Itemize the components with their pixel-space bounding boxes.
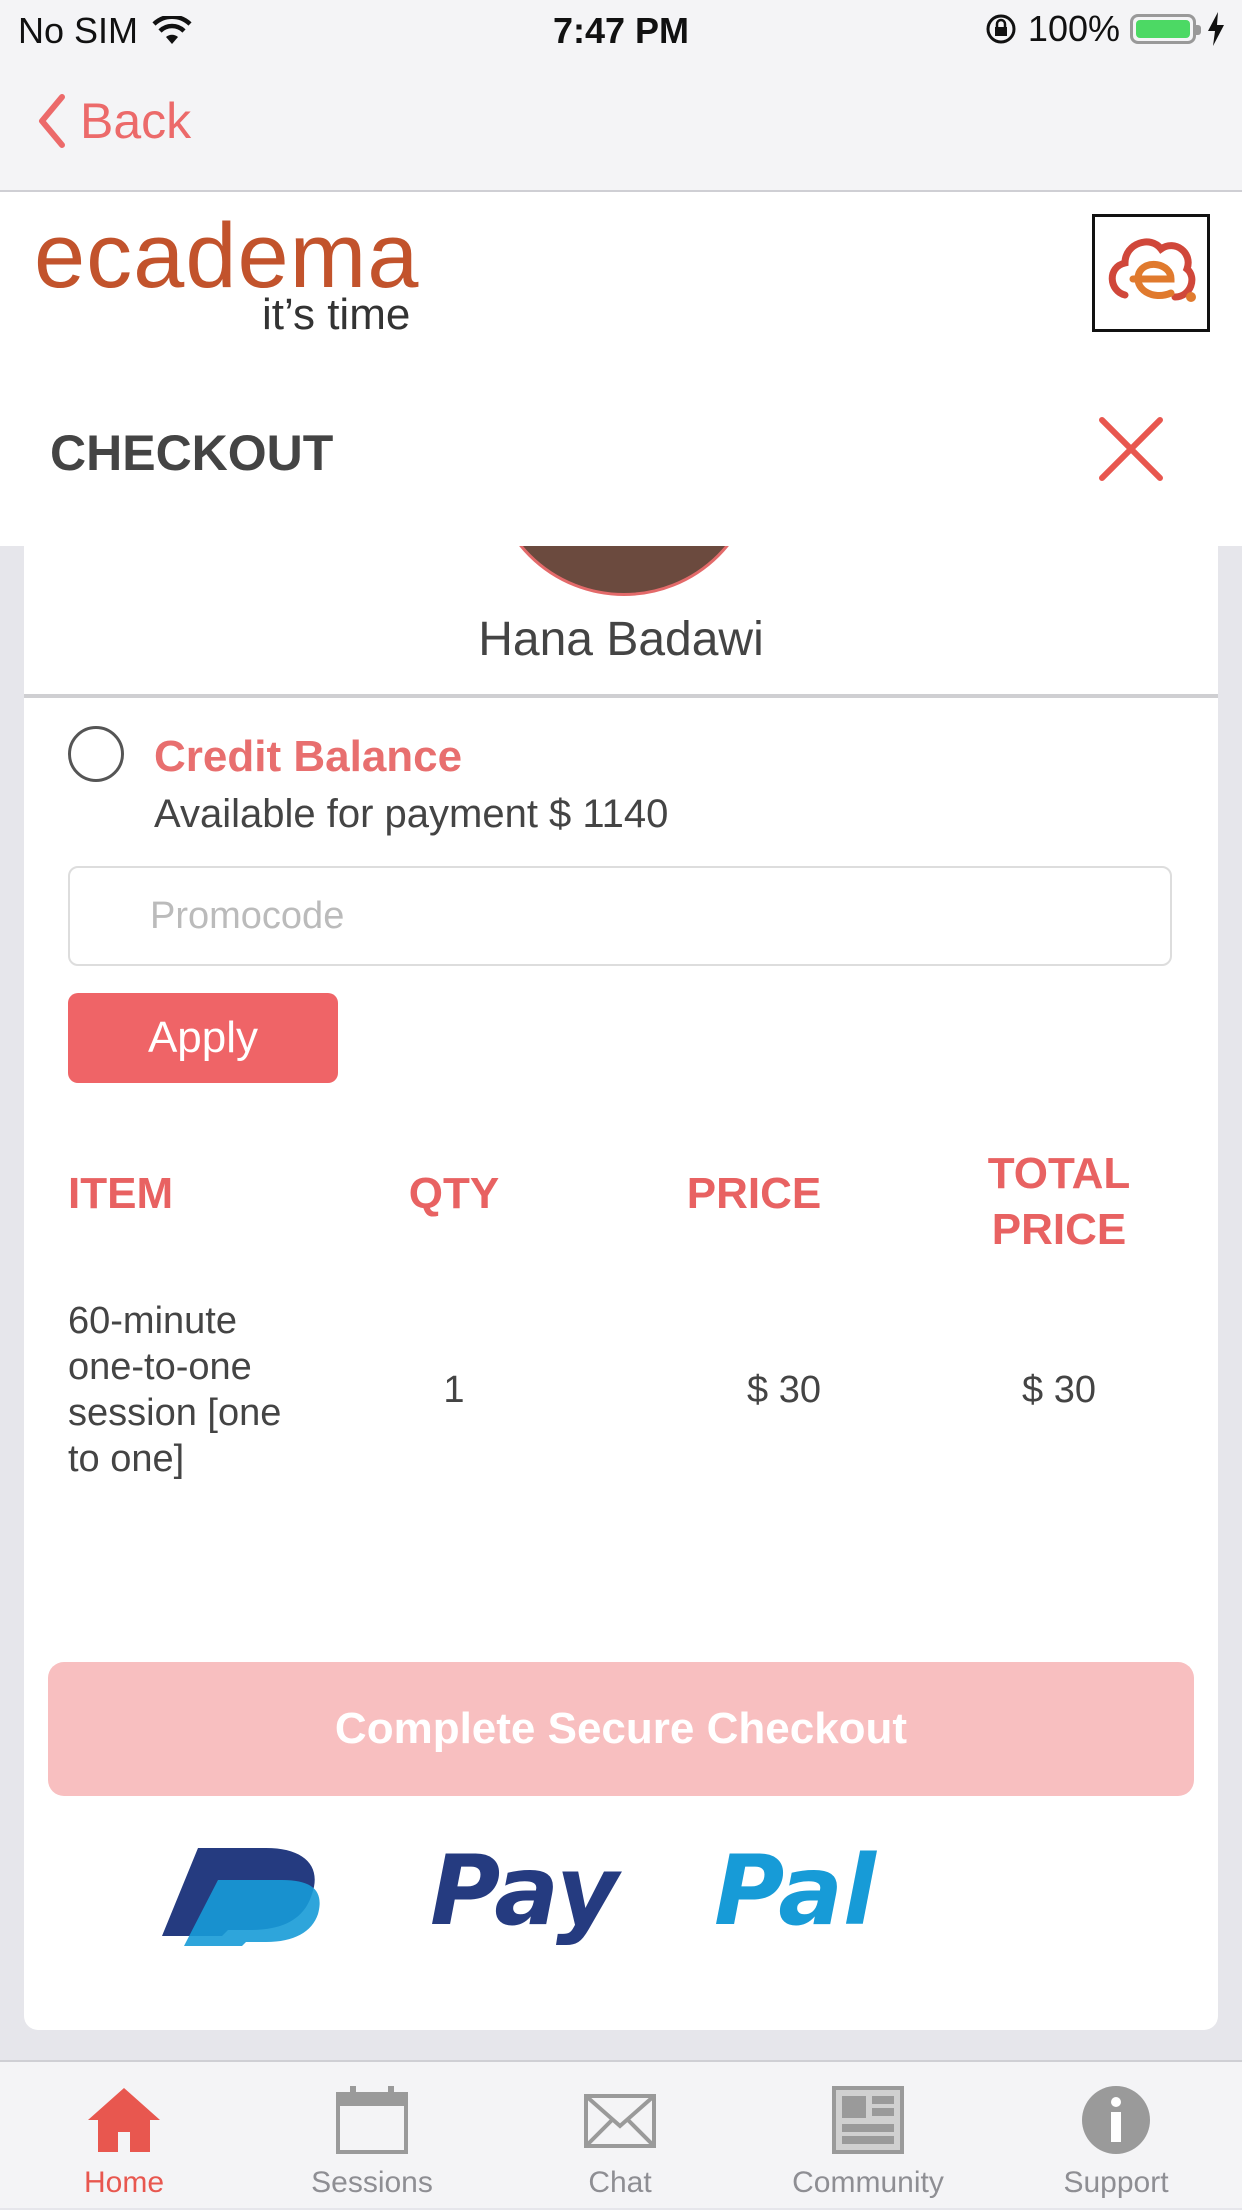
header-total-price: TOTAL PRICE	[954, 1146, 1164, 1258]
tab-support-label: Support	[1063, 2166, 1169, 2199]
paypal-logo[interactable]: Pay Pal	[154, 1836, 1084, 1946]
tab-home-label: Home	[83, 2166, 165, 2199]
tab-sessions[interactable]: Sessions	[248, 2062, 496, 2210]
tab-home[interactable]: Home	[0, 2062, 248, 2210]
header-qty: QTY	[408, 1169, 500, 1218]
tab-sessions-label: Sessions	[311, 2166, 433, 2199]
paypal-word-pay: Pay	[430, 1836, 622, 1946]
tab-chat[interactable]: Chat	[496, 2062, 744, 2210]
credit-balance-radio[interactable]	[68, 726, 124, 782]
orientation-lock-icon	[986, 14, 1016, 44]
status-right: 100%	[984, 8, 1226, 50]
brand-header: ecadema it’s time CHECKOUT	[0, 192, 1242, 546]
apply-button[interactable]: Apply	[68, 993, 338, 1083]
promocode-input[interactable]	[68, 866, 1172, 966]
paypal-word-pal: Pal	[714, 1836, 877, 1946]
header-item: ITEM	[68, 1169, 174, 1218]
tab-support[interactable]: Support	[992, 2062, 1240, 2210]
back-button[interactable]: Back	[36, 92, 191, 150]
row-total: $ 30	[1022, 1369, 1096, 1411]
ecadema-mark-logo	[1092, 214, 1210, 332]
envelope-icon	[584, 2094, 656, 2148]
checkout-card: Hana Badawi Credit Balance Available for…	[24, 546, 1218, 2030]
checkout-title: CHECKOUT	[50, 425, 334, 481]
tab-bar: Home Sessions Chat Community Support	[0, 2060, 1242, 2208]
logo-tagline: it’s time	[262, 290, 411, 339]
home-icon	[88, 2088, 160, 2152]
navigation-bar: Back	[0, 62, 1242, 192]
header-total-line1: TOTAL	[987, 1149, 1131, 1198]
charging-bolt-icon	[1208, 12, 1224, 46]
chevron-left-icon	[39, 94, 65, 148]
calendar-icon	[336, 2086, 408, 2154]
header-price: PRICE	[686, 1169, 822, 1218]
back-label: Back	[80, 93, 192, 149]
tab-community[interactable]: Community	[744, 2062, 992, 2210]
header-total-line2: PRICE	[991, 1205, 1127, 1254]
tab-chat-label: Chat	[588, 2166, 652, 2199]
row-item: 60-minute one-to-one session [one to one…	[68, 1300, 282, 1480]
row-price: $ 30	[747, 1369, 821, 1411]
tutor-name: Hana Badawi	[478, 613, 764, 666]
credit-balance-available: Available for payment $ 1140	[154, 792, 669, 836]
info-icon	[1082, 2086, 1150, 2154]
row-qty: 1	[443, 1369, 465, 1411]
complete-secure-checkout-button[interactable]: Complete Secure Checkout	[48, 1662, 1194, 1796]
tab-community-label: Community	[792, 2166, 944, 2199]
tutor-avatar	[489, 546, 759, 596]
community-icon	[832, 2086, 904, 2154]
close-icon[interactable]	[1096, 414, 1166, 484]
battery-icon	[1130, 14, 1201, 44]
cloud-e-icon	[1108, 238, 1196, 302]
battery-percent: 100%	[1027, 8, 1120, 49]
status-bar: No SIM 7:47 PM 100%	[0, 0, 1242, 62]
credit-balance-title: Credit Balance	[154, 732, 463, 781]
divider	[24, 694, 1218, 698]
